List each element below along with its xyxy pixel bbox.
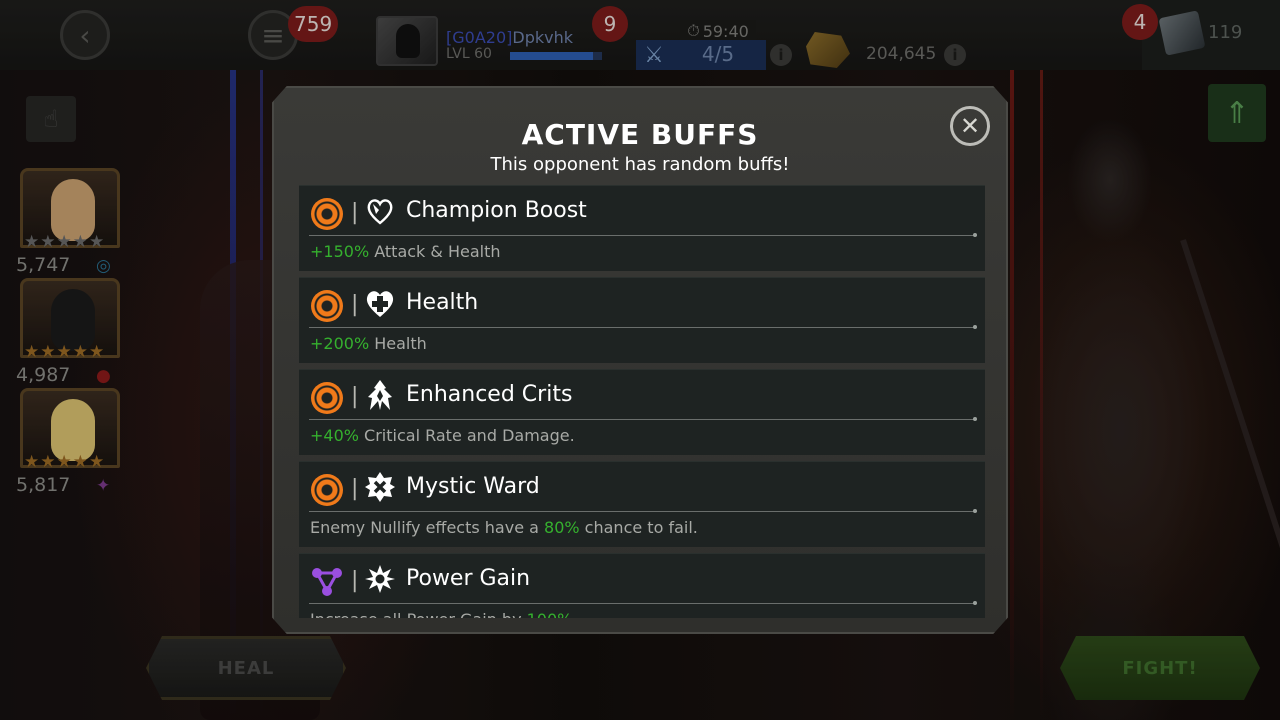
buff-item: | Power Gain Increase all Power Gain by … — [299, 553, 985, 618]
modal-title: ACTIVE BUFFS — [521, 118, 759, 151]
buff-item: | Champion Boost +150% Attack & Health — [299, 185, 985, 271]
buff-description: +40% Critical Rate and Damage. — [310, 426, 575, 445]
orange-target-icon — [311, 290, 343, 322]
buff-name: Mystic Ward — [406, 474, 540, 499]
buff-divider — [309, 601, 977, 605]
desc-text: Critical Rate and Damage. — [358, 426, 575, 445]
buff-name: Power Gain — [406, 566, 531, 591]
buff-divider — [309, 509, 977, 513]
buff-description: Increase all Power Gain by 100% — [310, 610, 572, 618]
buff-name: Enhanced Crits — [406, 382, 573, 407]
separator: | — [351, 384, 359, 409]
buff-list[interactable]: | Champion Boost +150% Attack & Health |… — [299, 185, 985, 618]
separator: | — [351, 200, 359, 225]
health-cross-icon — [363, 286, 397, 320]
desc-text: Health — [369, 334, 427, 353]
desc-highlight: 80% — [544, 518, 580, 537]
separator: | — [351, 292, 359, 317]
crit-burst-icon — [363, 378, 397, 412]
buff-name: Health — [406, 290, 479, 315]
desc-highlight: +200% — [310, 334, 370, 353]
buff-item: | Health +200% Health — [299, 277, 985, 363]
desc-text: Attack & Health — [369, 242, 501, 261]
desc-text: Increase all Power Gain by — [310, 610, 527, 618]
heart-fist-icon — [363, 194, 397, 228]
mystic-ward-icon — [363, 470, 397, 504]
desc-highlight: +40% — [310, 426, 359, 445]
active-buffs-modal: ACTIVE BUFFS This opponent has random bu… — [272, 86, 1008, 634]
buff-divider — [309, 233, 977, 237]
modal-subtitle: This opponent has random buffs! — [490, 154, 790, 175]
desc-highlight: 100% — [527, 610, 573, 618]
buff-item: | Enhanced Crits +40% Critical Rate and … — [299, 369, 985, 455]
buff-name: Champion Boost — [406, 198, 587, 223]
buff-description: +150% Attack & Health — [310, 242, 501, 261]
buff-divider — [309, 325, 977, 329]
orange-target-icon — [311, 382, 343, 414]
buff-divider — [309, 417, 977, 421]
desc-text: Enemy Nullify effects have a — [310, 518, 545, 537]
buff-item: | Mystic Ward Enemy Nullify effects have… — [299, 461, 985, 547]
desc-text: chance to fail. — [579, 518, 698, 537]
purple-node-icon — [311, 566, 343, 598]
power-gain-icon — [363, 562, 397, 596]
separator: | — [351, 568, 359, 593]
separator: | — [351, 476, 359, 501]
buff-description: Enemy Nullify effects have a 80% chance … — [310, 518, 698, 537]
close-button[interactable]: ✕ — [950, 106, 990, 146]
buff-description: +200% Health — [310, 334, 427, 353]
orange-target-icon — [311, 474, 343, 506]
desc-highlight: +150% — [310, 242, 370, 261]
orange-target-icon — [311, 198, 343, 230]
close-icon: ✕ — [959, 112, 981, 140]
